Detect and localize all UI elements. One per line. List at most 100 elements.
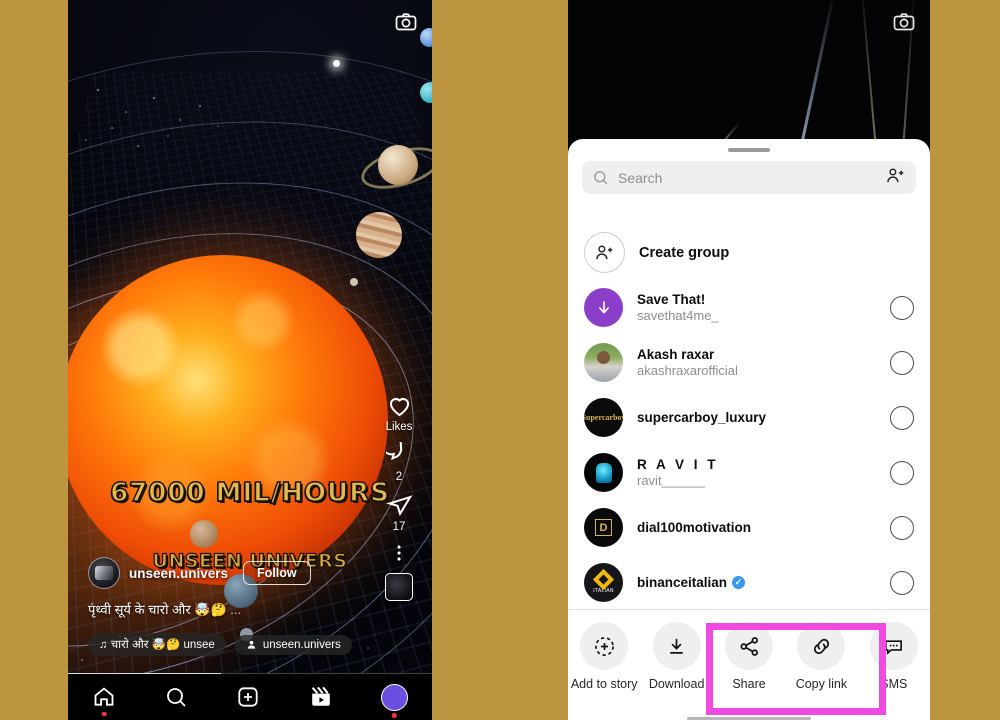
person-icon: [247, 640, 255, 649]
sms-action[interactable]: SMS: [858, 622, 930, 691]
contact-name: supercarboy_luxury: [637, 410, 767, 425]
nav-create[interactable]: [236, 685, 260, 709]
light-streak: [799, 0, 836, 149]
select-toggle[interactable]: [890, 405, 914, 430]
share-action-bar: Add to story Download Share Copy link SM…: [568, 609, 930, 720]
add-people-icon: [584, 232, 625, 273]
planet-mid: [190, 520, 218, 548]
planet-uranus: [420, 28, 432, 47]
avatar[interactable]: [88, 557, 120, 589]
contact-username: akashraxarofficial: [637, 363, 738, 378]
list-item[interactable]: R A V I T ravit______: [568, 445, 930, 500]
screenshot-stage: 67000 MIL/HOURS UNSEEN UNIVERS unseen.un…: [0, 0, 1000, 720]
link-icon: [797, 622, 846, 670]
notification-dot: [392, 713, 397, 718]
tagged-user-pill[interactable]: unseen.univers: [234, 634, 352, 655]
search-bar[interactable]: Search: [582, 161, 916, 194]
share-bottom-sheet: Search Create group Save That! savethat4…: [568, 139, 930, 720]
list-item[interactable]: ITALIAN binanceitalian ✓: [568, 555, 930, 610]
caption-pills: ♫ चारो और 🤯🤔 unsee unseen.univers: [88, 633, 352, 656]
sun: [68, 255, 388, 585]
copy-link-action[interactable]: Copy link: [785, 622, 857, 691]
reel-video-dimmed[interactable]: [568, 0, 930, 150]
verified-badge-icon: ✓: [732, 576, 746, 589]
download-label: Download: [648, 677, 705, 691]
add-people-icon[interactable]: [885, 165, 906, 191]
nav-home[interactable]: [92, 685, 116, 716]
avatar: [584, 453, 623, 492]
contact-names: Save That! savethat4me_: [637, 292, 719, 323]
download-icon: [598, 300, 609, 314]
list-item[interactable]: Save That! savethat4me_: [568, 280, 930, 335]
right-phone-screen: Search Create group Save That! savethat4…: [568, 0, 930, 720]
select-toggle[interactable]: [890, 515, 914, 540]
avatar: ITALIAN: [584, 563, 623, 602]
select-toggle[interactable]: [890, 295, 914, 320]
caption-more[interactable]: ...: [230, 602, 241, 617]
recipient-list[interactable]: Create group Save That! savethat4me_ Aka…: [568, 225, 930, 622]
bottom-navigation: [68, 674, 432, 720]
reels-icon: [311, 687, 330, 706]
author-username[interactable]: unseen.univers: [129, 566, 228, 581]
contact-name: Save That!: [637, 292, 706, 307]
contact-username: savethat4me_: [637, 308, 719, 323]
select-toggle[interactable]: [890, 460, 914, 485]
caption[interactable]: पृथ्वी सूर्य के चारो और 🤯🤔 ...: [88, 600, 241, 618]
contact-name: dial100motivation: [637, 520, 752, 535]
list-item[interactable]: D dial100motivation: [568, 500, 930, 555]
search-input[interactable]: Search: [618, 170, 662, 186]
avatar: D: [584, 508, 623, 547]
avatar: [584, 288, 623, 327]
avatar: [584, 343, 623, 382]
create-group-row[interactable]: Create group: [568, 225, 930, 280]
camera-icon[interactable]: [394, 10, 418, 39]
contact-name: binanceitalian: [637, 575, 728, 590]
sheet-drag-handle[interactable]: [728, 148, 770, 152]
create-post-icon: [238, 687, 259, 707]
contact-name: R A V I T: [637, 457, 719, 472]
add-to-story-label: Add to story: [570, 677, 638, 691]
contact-username: ravit______: [637, 473, 705, 488]
select-toggle[interactable]: [890, 570, 914, 595]
comment-icon: [385, 442, 402, 461]
create-group-label: Create group: [639, 244, 730, 261]
contact-names: Akash raxar akashraxarofficial: [637, 347, 738, 378]
comment-count: 2: [395, 471, 403, 483]
planet-small: [350, 278, 358, 286]
reel-video[interactable]: 67000 MIL/HOURS UNSEEN UNIVERS unseen.un…: [68, 0, 432, 673]
light-streak: [860, 0, 879, 150]
profile-avatar[interactable]: [380, 683, 408, 711]
add-to-story-action[interactable]: Add to story: [568, 622, 640, 691]
author-row[interactable]: unseen.univers Follow: [88, 557, 311, 589]
list-item[interactable]: Supercarboy supercarboy_luxury: [568, 390, 930, 445]
send-icon: [385, 495, 412, 517]
share-action[interactable]: Share: [713, 622, 785, 691]
sms-label: SMS: [880, 677, 908, 691]
tagged-user-name: unseen.univers: [262, 638, 341, 651]
camera-icon[interactable]: [892, 10, 916, 39]
planet-jupiter: [356, 212, 402, 258]
nav-reels[interactable]: [309, 685, 333, 709]
share-button[interactable]: 17: [385, 492, 413, 533]
nav-profile[interactable]: [380, 683, 408, 718]
contact-name: Akash raxar: [637, 347, 715, 362]
download-action[interactable]: Download: [640, 622, 712, 691]
download-icon: [652, 622, 701, 670]
caption-text: पृथ्वी सूर्य के चारो और 🤯🤔: [88, 602, 227, 617]
planet-saturn: [378, 145, 418, 185]
list-item[interactable]: Akash raxar akashraxarofficial: [568, 335, 930, 390]
audio-pill[interactable]: ♫ चारो और 🤯🤔 unsee: [88, 633, 226, 656]
share-count: 17: [392, 521, 406, 533]
follow-button[interactable]: Follow: [243, 561, 311, 585]
comment-button[interactable]: 2: [385, 442, 413, 483]
left-phone-screen: 67000 MIL/HOURS UNSEEN UNIVERS unseen.un…: [68, 0, 432, 720]
select-toggle[interactable]: [890, 350, 914, 375]
search-icon: [167, 688, 186, 707]
like-button[interactable]: Likes: [386, 392, 413, 433]
more-options-button[interactable]: [388, 542, 410, 564]
like-label: Likes: [385, 421, 413, 433]
nav-search[interactable]: [164, 685, 188, 709]
contact-name-row: binanceitalian ✓: [637, 575, 746, 590]
audio-thumbnail[interactable]: [385, 573, 413, 601]
system-gesture-bar: [568, 715, 930, 720]
